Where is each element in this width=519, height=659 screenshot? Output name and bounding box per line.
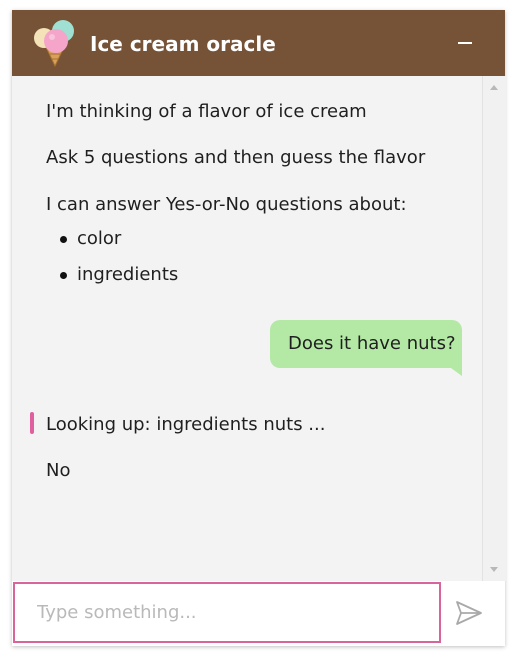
- list-item: ingredients: [60, 263, 178, 299]
- scrollbar[interactable]: [482, 76, 506, 581]
- scroll-up-icon[interactable]: [490, 85, 498, 90]
- topic-list: color ingredients: [60, 227, 178, 299]
- user-message-text: Does it have nuts?: [288, 333, 456, 354]
- composer: [12, 581, 505, 646]
- bot-message-intro: I'm thinking of a flavor of ice cream: [46, 101, 367, 122]
- message-input[interactable]: [13, 582, 441, 643]
- bot-message-topics-intro: I can answer Yes-or-No questions about:: [46, 194, 407, 215]
- message-list: I'm thinking of a flavor of ice cream As…: [12, 76, 482, 581]
- bot-answer-message: No: [46, 460, 71, 481]
- bullet-icon: [60, 236, 67, 243]
- bot-message-instructions: Ask 5 questions and then guess the flavo…: [46, 147, 426, 168]
- list-item: color: [60, 227, 178, 263]
- minimize-button[interactable]: [452, 32, 478, 54]
- chat-widget: Ice cream oracle I'm thinking of a flavo…: [12, 10, 506, 646]
- bubble-tail: [451, 368, 462, 376]
- ice-cream-cone-icon: [34, 20, 74, 67]
- user-message-bubble: Does it have nuts?: [270, 320, 462, 376]
- bot-lookup-message: Looking up: ingredients nuts ...: [46, 414, 326, 435]
- scroll-down-icon[interactable]: [490, 567, 498, 572]
- topic-label: color: [77, 228, 122, 249]
- bullet-icon: [60, 272, 67, 279]
- topic-label: ingredients: [77, 264, 179, 285]
- chat-header: Ice cream oracle: [12, 10, 505, 76]
- send-icon[interactable]: [453, 598, 485, 628]
- lookup-indicator: [30, 412, 34, 434]
- chat-title: Ice cream oracle: [90, 32, 276, 56]
